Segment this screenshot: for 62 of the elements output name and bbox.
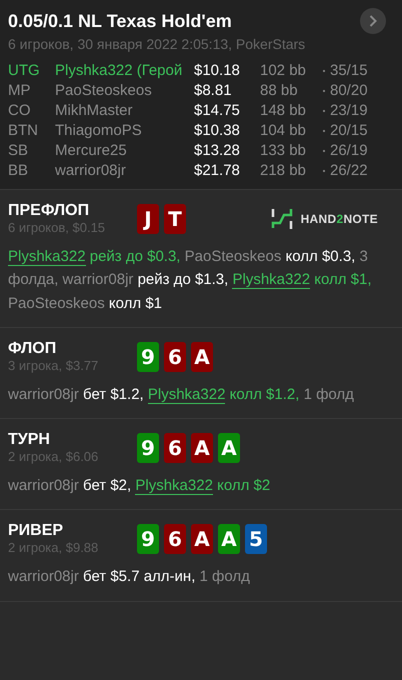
player-position: SB bbox=[8, 142, 30, 159]
player-stack: $21.78 bbox=[194, 162, 241, 179]
player-position: MP bbox=[8, 82, 32, 99]
player-name: PaoSteoskeos bbox=[55, 82, 153, 99]
playing-card: 6 bbox=[164, 342, 186, 372]
playing-card: A bbox=[191, 433, 213, 463]
player-name: MikhMaster bbox=[55, 102, 134, 119]
playing-card: A bbox=[191, 342, 213, 372]
player-stats: 23/19 bbox=[330, 102, 369, 119]
player-name[interactable]: Plyshka322 (Герой bbox=[55, 62, 194, 79]
hero-link[interactable]: Plyshka322 bbox=[232, 271, 310, 290]
playing-card: 6 bbox=[164, 433, 186, 463]
player-stats: 26/22 bbox=[330, 162, 369, 179]
action-summary: warrior08jr бет $2, Plyshka322 колл $2 bbox=[8, 476, 272, 497]
hand-title: 0.05/0.1 NL Texas Hold'em bbox=[8, 10, 232, 32]
next-button[interactable] bbox=[360, 8, 386, 34]
player-stack: $14.75 bbox=[194, 102, 241, 119]
player-big-blinds: 148 bb bbox=[260, 102, 307, 119]
player-stack: $13.28 bbox=[194, 142, 241, 159]
playing-card: T bbox=[164, 204, 186, 234]
playing-card: 6 bbox=[164, 524, 186, 554]
playing-card: A bbox=[218, 524, 240, 554]
player-big-blinds: 88 bb bbox=[260, 82, 299, 99]
logo-text: HAND2NOTE bbox=[300, 212, 378, 226]
player-stats: 35/15 bbox=[330, 62, 369, 79]
player-stats: 80/20 bbox=[330, 82, 369, 99]
player-stack: $8.81 bbox=[194, 82, 233, 99]
action-summary: warrior08jr бет $5.7 алл-ин, 1 фолд bbox=[8, 567, 251, 588]
logo-icon bbox=[270, 208, 293, 230]
player-stats: 26/19 bbox=[330, 142, 369, 159]
playing-card: 5 bbox=[245, 524, 267, 554]
playing-card: 9 bbox=[137, 342, 159, 372]
player-big-blinds: 102 bb bbox=[260, 62, 307, 79]
player-big-blinds: 133 bb bbox=[260, 142, 307, 159]
hero-link[interactable]: Plyshka322 bbox=[148, 386, 226, 404]
hero-link[interactable]: Plyshka322 bbox=[8, 248, 86, 266]
playing-card: A bbox=[218, 433, 240, 463]
hero-link[interactable]: Plyshka322 bbox=[135, 477, 213, 495]
playing-card: A bbox=[191, 524, 213, 554]
hand-subtitle: 6 игроков, 30 января 2022 2:05:13, PokerStars bbox=[8, 36, 306, 52]
player-position: CO bbox=[8, 102, 32, 119]
player-big-blinds: 104 bb bbox=[260, 122, 307, 139]
player-name: ThiagomoPS bbox=[55, 122, 143, 139]
action-summary: Plyshka322 рейз до $0.3, PaoSteoskeos колл $0.3, 3 фолда, warrior08jr рейз до $1.3, Plyshka322 колл $1, PaoSteoskeos колл $1 bbox=[8, 247, 372, 314]
street-title: ФЛОП bbox=[8, 340, 58, 358]
street-title: РИВЕР bbox=[8, 522, 64, 540]
playing-card: 9 bbox=[137, 433, 159, 463]
player-stack: $10.18 bbox=[194, 62, 241, 79]
street-title: ТУРН bbox=[8, 431, 51, 449]
playing-card: 9 bbox=[137, 524, 159, 554]
action-summary: warrior08jr бет $1.2, Plyshka322 колл $1.2, 1 фолд bbox=[8, 384, 355, 406]
player-stack: $10.38 bbox=[194, 122, 241, 139]
chevron-right-icon bbox=[369, 15, 377, 27]
street-title: ПРЕФЛОП bbox=[8, 202, 90, 220]
player-name: Mercure25 bbox=[55, 142, 128, 159]
player-stats: 20/15 bbox=[330, 122, 369, 139]
player-position: BTN bbox=[8, 122, 39, 139]
player-position: BB bbox=[8, 162, 30, 179]
player-big-blinds: 218 bb bbox=[260, 162, 307, 179]
player-name: warrior08jr bbox=[55, 162, 127, 179]
playing-card: J bbox=[137, 204, 159, 234]
player-position: UTG bbox=[8, 62, 41, 79]
